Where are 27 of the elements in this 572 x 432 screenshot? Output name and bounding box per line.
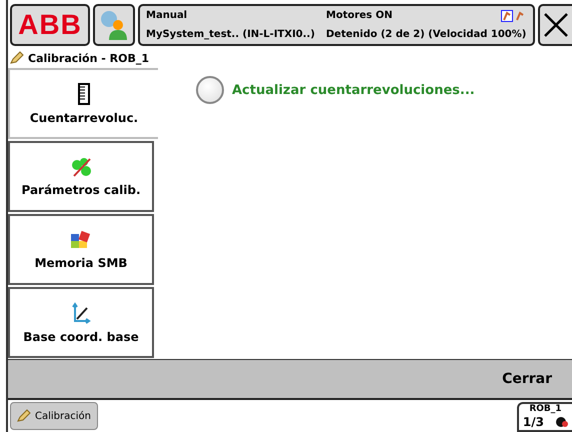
tab[interactable]: Cuentarrevoluc. [8, 68, 158, 139]
calibration-icon [10, 51, 24, 65]
operating-mode: Manual [146, 10, 188, 21]
system-name: MySystem_test.. (IN-L-ITXI0..) [146, 29, 316, 40]
close-button[interactable] [538, 4, 572, 46]
tab[interactable]: Memoria SMB [8, 214, 154, 285]
window-title: Calibración - ROB_1 [28, 52, 150, 64]
status-panel[interactable]: Manual Motores ON MySystem_test.. (IN-L-ITXI0..) Detenido (2 de 2) (Velocidad 100%) [138, 4, 535, 46]
user-info-icon [98, 9, 130, 41]
info-user-button[interactable] [93, 4, 135, 46]
close-icon [543, 12, 569, 38]
close-command-button[interactable]: Cerrar [482, 360, 572, 398]
stop-badge-icon [554, 415, 568, 427]
radio-option[interactable]: Actualizar cuentarrevoluciones... [196, 76, 475, 104]
axes-icon [71, 302, 91, 324]
gears-icon [70, 156, 92, 176]
motors-state: Motores ON [326, 10, 394, 21]
memory-icon [70, 230, 92, 250]
quickset-button[interactable]: ROB_1 1/3 [516, 402, 572, 432]
calibration-icon [17, 409, 31, 423]
taskbar-app-button[interactable]: Calibración [10, 402, 98, 430]
radio-button[interactable] [196, 76, 224, 104]
ruler-icon [78, 82, 90, 104]
program-state: Detenido (2 de 2) (Velocidad 100%) [326, 29, 527, 40]
abb-logo-button[interactable]: ABB [10, 4, 90, 46]
tab[interactable]: Parámetros calib. [8, 141, 154, 212]
tab[interactable]: Base coord. base [8, 287, 154, 358]
